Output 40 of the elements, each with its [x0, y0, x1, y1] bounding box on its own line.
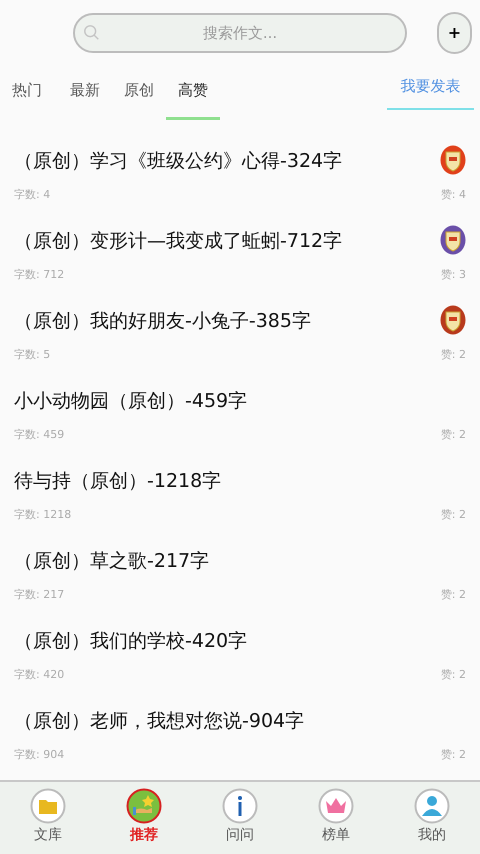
like-count: 赞: 2: [440, 508, 466, 522]
article-title[interactable]: （原创）我们的学校-420字: [14, 628, 248, 654]
word-count: 字数: 5: [14, 348, 50, 362]
word-count: 字数: 712: [14, 268, 64, 282]
article-title[interactable]: 待与持（原创）-1218字: [14, 468, 222, 494]
category-tab[interactable]: 最新: [58, 64, 112, 120]
article-title[interactable]: （原创）变形计—我变成了蚯蚓-712字: [14, 228, 342, 254]
like-count: 赞: 3: [440, 268, 466, 282]
info-icon[interactable]: [222, 788, 258, 824]
like-count: 赞: 2: [440, 348, 466, 362]
person-icon[interactable]: [414, 788, 450, 824]
article-title[interactable]: （原创）学习《班级公约》心得-324字: [14, 148, 342, 174]
category-tab[interactable]: 热门: [12, 64, 54, 120]
word-count: 字数: 1218: [14, 508, 72, 522]
category-tab[interactable]: 高赞: [166, 64, 220, 120]
article-title[interactable]: 小小动物园（原创）-459字: [14, 388, 248, 414]
like-count: 赞: 2: [440, 588, 466, 602]
folder-icon[interactable]: [30, 788, 66, 824]
article-title[interactable]: （原创）老师，我想对您说-904字: [14, 708, 304, 734]
star-hand-icon[interactable]: [126, 788, 162, 824]
word-count: 字数: 4: [14, 188, 50, 202]
nav-tab[interactable]: 推荐: [130, 824, 158, 846]
article-title[interactable]: （原创）草之歌-217字: [14, 548, 210, 574]
word-count: 字数: 217: [14, 588, 64, 602]
nav-tab[interactable]: 文库: [34, 824, 62, 846]
category-tab[interactable]: 原创: [112, 64, 166, 120]
like-count: 赞: 4: [440, 188, 466, 202]
nav-tab[interactable]: 我的: [418, 824, 446, 846]
search-field[interactable]: 搜索作文...: [73, 13, 407, 53]
crown-icon[interactable]: [318, 788, 354, 824]
word-count: 字数: 459: [14, 428, 64, 442]
like-count: 赞: 2: [440, 428, 466, 442]
like-count: 赞: 2: [440, 668, 466, 682]
word-count: 字数: 420: [14, 668, 64, 682]
article-title[interactable]: （原创）我的好朋友-小兔子-385字: [14, 308, 311, 334]
nav-tab[interactable]: 问问: [226, 824, 254, 846]
word-count: 字数: 904: [14, 748, 64, 762]
like-count: 赞: 2: [440, 748, 466, 762]
nav-tab[interactable]: 榜单: [322, 824, 350, 846]
add-button[interactable]: +: [437, 12, 472, 54]
